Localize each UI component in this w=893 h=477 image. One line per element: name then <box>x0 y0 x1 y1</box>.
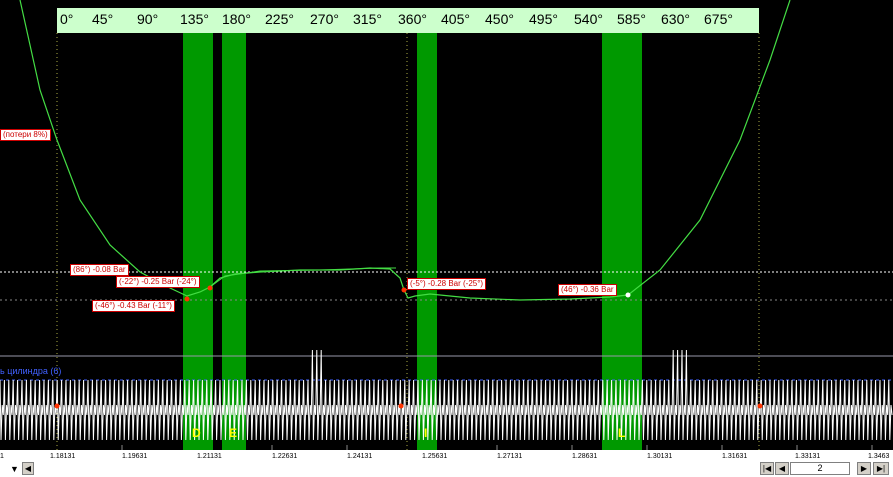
annotation-86: (86°) -0.08 Bar <box>70 264 129 276</box>
angle-tick-label: 360° <box>398 11 427 27</box>
last-page-button[interactable]: ▶| <box>873 462 889 475</box>
prev-page-button[interactable]: ◀ <box>775 462 789 475</box>
vertical-grid-lines <box>56 33 873 450</box>
dropdown-icon[interactable]: ▼ <box>10 464 19 474</box>
time-tick-label: 1.33131 <box>795 453 821 460</box>
marker-point <box>184 296 190 302</box>
angle-tick-label: 405° <box>441 11 470 27</box>
ignition-waveform <box>0 349 893 441</box>
next-page-button[interactable]: ▶ <box>857 462 871 475</box>
time-tick-label: 1 <box>0 453 4 460</box>
time-tick-label: 1.24131 <box>347 453 373 460</box>
first-page-button[interactable]: |◀ <box>760 462 774 475</box>
angle-tick-label: 270° <box>310 11 339 27</box>
time-tick-label: 1.31631 <box>722 453 748 460</box>
time-tick-label: 1.21131 <box>197 453 222 460</box>
oscilloscope-view[interactable] <box>0 0 893 477</box>
time-tick-label: 1.30131 <box>647 453 673 460</box>
annotation-22: (-22°) -0.25 Bar (-24°) <box>116 276 200 288</box>
zone-letter-i: I <box>424 426 428 440</box>
angle-tick-label: 630° <box>661 11 690 27</box>
angle-tick-label: 675° <box>704 11 733 27</box>
loss-annotation: (потери 8%) <box>0 129 51 141</box>
zone-letter-e: E <box>229 426 238 440</box>
marker-point <box>625 292 631 298</box>
angle-tick-label: 135° <box>180 11 209 27</box>
time-tick-label: 1.19631 <box>122 453 148 460</box>
time-tick-label: 1.18131 <box>50 453 76 460</box>
angle-tick-label: 315° <box>353 11 382 27</box>
angle-tick-label: 585° <box>617 11 646 27</box>
angle-tick-label: 180° <box>222 11 251 27</box>
annotation-46-positive: (46°) -0.36 Bar <box>558 284 617 296</box>
marker-point <box>54 403 60 409</box>
time-tick-label: 1.3463 <box>868 453 890 460</box>
pressure-trace <box>19 0 791 301</box>
time-tick-label: 1.22631 <box>272 453 298 460</box>
annotation-5: (-5°) -0.28 Bar (-25°) <box>407 278 487 290</box>
angle-tick-label: 540° <box>574 11 603 27</box>
marker-point <box>207 285 213 291</box>
angle-tick-label: 450° <box>485 11 514 27</box>
cam-zone <box>602 33 642 450</box>
annotation-46: (-46°) -0.43 Bar (-11°) <box>92 300 175 312</box>
marker-point <box>757 403 763 409</box>
marker-point <box>401 287 407 293</box>
zone-letter-d: D <box>192 426 201 440</box>
angle-tick-label: 0° <box>60 11 74 27</box>
cylinder-label: ь цилиндра (6) <box>0 366 62 376</box>
angle-tick-label: 495° <box>529 11 558 27</box>
time-tick-label: 1.25631 <box>422 453 448 460</box>
angle-tick-label: 90° <box>137 11 159 27</box>
cam-zones <box>183 33 642 450</box>
angle-tick-label: 45° <box>92 11 114 27</box>
angle-tick-label: 225° <box>265 11 294 27</box>
time-tick-label: 1.27131 <box>497 453 523 460</box>
scroll-left-button[interactable]: ◀ <box>22 462 34 475</box>
time-tick-label: 1.28631 <box>572 453 598 460</box>
page-number-field[interactable]: 2 <box>790 462 850 475</box>
zone-letter-l: L <box>618 426 626 440</box>
marker-point <box>398 403 404 409</box>
